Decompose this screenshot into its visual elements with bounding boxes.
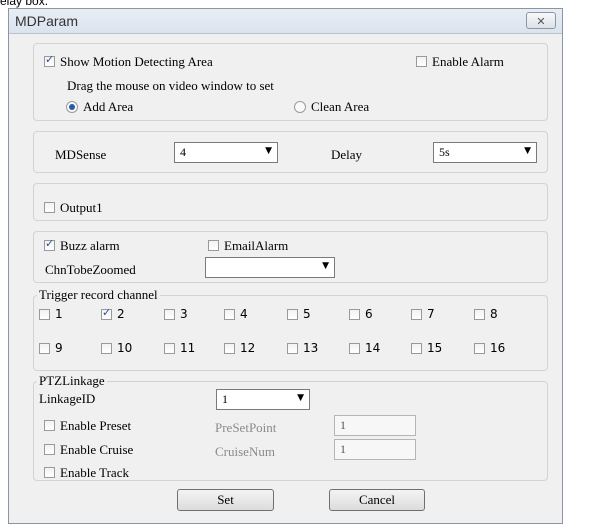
buzz-alarm-checkbox[interactable] [44,237,55,251]
channel-9-checkbox[interactable] [39,343,50,354]
channel-13-label[interactable]: 13 [303,341,318,356]
enable-cruise-label[interactable]: Enable Cruise [60,442,133,457]
enable-alarm-checkbox[interactable] [416,56,427,67]
channel-3-checkbox[interactable] [164,309,175,320]
channel-2-checkbox[interactable] [101,306,112,320]
set-button[interactable]: Set [177,489,274,511]
channel-5-checkbox[interactable] [287,309,298,320]
enable-cruise-checkbox[interactable] [44,444,55,455]
channel-7-label[interactable]: 7 [427,307,435,322]
cutoff-caption-text: elay box. [0,0,49,8]
delay-select[interactable]: 5s ▼ [433,142,537,163]
chevron-down-icon: ▼ [524,146,531,156]
preset-point-label: PreSetPoint [215,420,277,435]
enable-track-checkbox[interactable] [44,467,55,478]
channel-11-checkbox[interactable] [164,343,175,354]
cancel-button[interactable]: Cancel [329,489,425,511]
channel-15-label[interactable]: 15 [427,341,442,356]
enable-track-label[interactable]: Enable Track [60,465,129,480]
channel-7-checkbox[interactable] [411,309,422,320]
channel-3-label[interactable]: 3 [180,307,188,322]
output1-label[interactable]: Output1 [60,200,103,215]
channel-8-checkbox[interactable] [474,309,485,320]
linkage-id-label: LinkageID [39,391,96,406]
mdsense-select[interactable]: 4 ▼ [174,142,278,163]
channel-6-label[interactable]: 6 [365,307,373,322]
enable-preset-checkbox[interactable] [44,420,55,431]
drag-hint-text: Drag the mouse on video window to set [67,78,274,93]
clean-area-label[interactable]: Clean Area [311,99,369,114]
buzz-alarm-label[interactable]: Buzz alarm [60,238,120,253]
title-bar[interactable]: MDParam ✕ [9,9,562,34]
close-button[interactable]: ✕ [526,12,556,29]
ptz-linkage-title: PTZLinkage [37,373,107,388]
show-motion-area-checkbox[interactable] [44,53,55,67]
close-icon: ✕ [536,15,546,28]
add-area-label[interactable]: Add Area [83,99,133,114]
window-title: MDParam [15,13,79,29]
channel-13-checkbox[interactable] [287,343,298,354]
email-alarm-checkbox[interactable] [208,240,219,251]
chevron-down-icon: ▼ [322,261,329,271]
chevron-down-icon: ▼ [265,146,272,156]
channel-1-label[interactable]: 1 [55,307,63,322]
add-area-radio[interactable] [66,101,78,113]
mdparam-dialog: MDParam ✕ Show Motion Detecting Area Ena… [8,8,563,524]
mdsense-label: MDSense [55,147,107,162]
channel-14-label[interactable]: 14 [365,341,380,356]
channel-10-label[interactable]: 10 [117,341,132,356]
preset-point-input[interactable]: 1 [334,415,416,436]
channel-4-label[interactable]: 4 [240,307,248,322]
clean-area-radio[interactable] [294,101,306,113]
channel-10-checkbox[interactable] [101,343,112,354]
channel-11-label[interactable]: 11 [180,341,195,356]
channel-12-checkbox[interactable] [224,343,235,354]
channel-9-label[interactable]: 9 [55,341,63,356]
show-motion-area-label[interactable]: Show Motion Detecting Area [60,54,213,69]
channel-2-label[interactable]: 2 [117,307,125,322]
delay-label: Delay [331,147,363,162]
channel-16-label[interactable]: 16 [490,341,505,356]
chevron-down-icon: ▼ [297,393,304,403]
output-group [33,183,548,221]
cruise-num-value: 1 [340,442,346,456]
channel-12-label[interactable]: 12 [240,341,255,356]
channel-8-label[interactable]: 8 [490,307,498,322]
channel-16-checkbox[interactable] [474,343,485,354]
linkage-id-value: 1 [222,392,228,406]
channel-1-checkbox[interactable] [39,309,50,320]
preset-point-value: 1 [340,418,346,432]
channel-14-checkbox[interactable] [349,343,360,354]
channel-5-label[interactable]: 5 [303,307,311,322]
enable-preset-label[interactable]: Enable Preset [60,418,131,433]
channel-4-checkbox[interactable] [224,309,235,320]
channel-15-checkbox[interactable] [411,343,422,354]
email-alarm-label[interactable]: EmailAlarm [224,238,288,253]
linkage-id-select[interactable]: 1 ▼ [216,389,310,410]
mdsense-value: 4 [180,145,186,159]
trigger-record-title: Trigger record channel [37,287,160,302]
output1-checkbox[interactable] [44,202,55,213]
chn-tobe-zoomed-label: ChnTobeZoomed [45,262,136,277]
channel-6-checkbox[interactable] [349,309,360,320]
delay-value: 5s [439,145,450,159]
chn-tobe-zoomed-select[interactable]: ▼ [205,257,335,278]
cruise-num-input[interactable]: 1 [334,439,416,460]
cruise-num-label: CruiseNum [215,444,275,459]
enable-alarm-label[interactable]: Enable Alarm [432,54,504,69]
